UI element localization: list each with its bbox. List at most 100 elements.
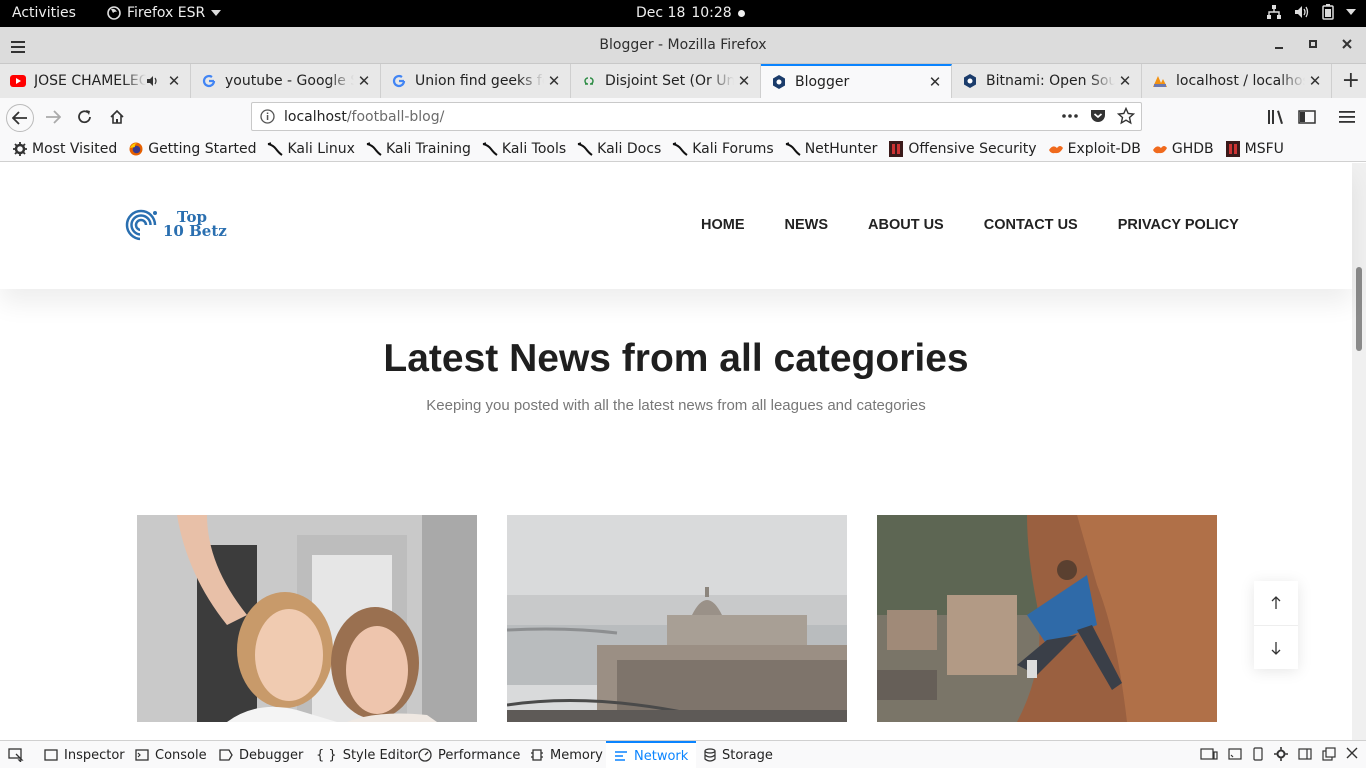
news-card-image-climber[interactable] [877,515,1217,722]
menu-icon[interactable] [1336,106,1358,128]
navigation-toolbar: localhost/football-blog/ [0,98,1366,136]
network-icon [1267,5,1281,19]
bookmark-label: NetHunter [804,140,878,157]
dock-side-icon[interactable] [1298,747,1312,765]
activities-button[interactable]: Activities [12,5,76,21]
app-menu[interactable]: Firefox ESR [107,5,222,21]
url-text[interactable]: localhost/football-blog/ [284,109,444,125]
window-title: Blogger - Mozilla Firefox [599,37,767,53]
library-icon[interactable] [1265,106,1287,128]
braces-icon: { } [316,747,337,763]
system-tray[interactable] [1266,4,1356,20]
news-card-image-selfie[interactable] [137,515,477,722]
bookmark-kali-training[interactable]: Kali Training [366,141,471,157]
forward-button[interactable] [42,106,64,128]
bookmark-star-icon[interactable] [1116,106,1136,129]
devtools-tab-label: Inspector [64,747,125,763]
tab-localhost-phpmyadmin[interactable]: localhost / localhost ✕ [1142,64,1332,98]
bookmark-label: Kali Forums [692,140,774,157]
url-bar[interactable]: localhost/football-blog/ [251,102,1142,131]
sidebar-icon[interactable] [1296,106,1318,128]
scroll-up-button[interactable] [1254,581,1298,625]
kali-dragon-icon [366,141,382,157]
info-icon[interactable] [260,109,275,128]
phpmyadmin-icon [1152,73,1168,89]
close-button[interactable] [1340,37,1354,51]
tab-close-icon[interactable]: ✕ [734,72,754,90]
news-card-image-city[interactable] [507,515,847,722]
section-hero: Latest News from all categories Keeping … [0,289,1352,414]
scrollbar-thumb[interactable] [1356,267,1362,351]
clock[interactable]: Dec 18 10:28 [636,5,745,21]
separate-window-icon[interactable] [1322,747,1336,765]
devtools-tab-debugger[interactable]: Debugger [219,741,303,769]
minimize-button[interactable] [1272,37,1286,51]
bookmark-kali-linux[interactable]: Kali Linux [267,141,355,157]
devtools-tab-console[interactable]: Console [135,741,207,769]
bookmark-offensive-security[interactable]: Offensive Security [888,140,1037,157]
devtools-tab-style-editor[interactable]: { } Style Editor [316,741,418,769]
speaker-icon[interactable] [146,75,160,87]
url-path: /football-blog/ [346,109,445,125]
tab-union-find[interactable]: Union find geeks for ✕ [381,64,571,98]
scroll-buttons [1254,581,1298,669]
bookmark-nethunter[interactable]: NetHunter [785,140,878,157]
bookmark-label: Most Visited [32,140,118,157]
bookmark-label: Offensive Security [908,140,1037,157]
bookmark-exploit-db[interactable]: Exploit-DB [1048,141,1141,157]
devtools-tab-label: Debugger [239,747,304,763]
home-button[interactable] [106,106,128,128]
responsive-mode-icon[interactable] [1200,747,1218,765]
page-actions-icon[interactable] [1061,107,1079,129]
tab-label: youtube - Google Se [225,73,354,89]
kali-dragon-icon [672,141,688,157]
tab-close-icon[interactable]: ✕ [1115,72,1135,90]
bookmark-getting-started[interactable]: Getting Started [128,141,256,157]
tab-youtube-google[interactable]: youtube - Google Se ✕ [191,64,381,98]
tab-jose-chameleon[interactable]: JOSE CHAMELEO ✕ [0,64,191,98]
page-scrollbar[interactable] [1352,163,1366,740]
arrow-down-icon [1271,641,1281,655]
nav-home[interactable]: HOME [701,217,745,233]
reload-button[interactable] [74,106,96,128]
tab-bitnami[interactable]: Bitnami: Open Sour ✕ [952,64,1142,98]
bookmark-label: Kali Tools [501,140,567,157]
new-tab-button[interactable]: + [1342,68,1360,93]
tab-disjoint-set[interactable]: Disjoint Set (Or Unio ✕ [571,64,761,98]
devtools-tab-storage[interactable]: Storage [704,741,773,769]
nav-privacy-policy[interactable]: PRIVACY POLICY [1118,217,1239,233]
bookmark-kali-forums[interactable]: Kali Forums [672,140,774,157]
tab-blogger[interactable]: Blogger ✕ [761,64,952,98]
element-picker-icon[interactable] [8,741,24,769]
tab-close-icon[interactable]: ✕ [164,72,184,90]
tab-close-icon[interactable]: ✕ [1305,72,1325,90]
bookmark-most-visited[interactable]: Most Visited [12,141,117,157]
split-console-icon[interactable] [1228,747,1242,765]
nav-contact-us[interactable]: CONTACT US [984,217,1078,233]
screenshot-icon[interactable] [1252,747,1264,765]
logo-icon [125,209,159,241]
scroll-down-button[interactable] [1254,625,1298,669]
site-logo[interactable]: Top 10 Betz [125,207,227,241]
bookmark-msfu[interactable]: MSFU [1225,140,1284,157]
back-button[interactable] [6,104,34,132]
devtools-settings-icon[interactable] [1274,747,1288,765]
devtools-tab-network[interactable]: Network [606,741,697,769]
bookmark-kali-tools[interactable]: Kali Tools [482,141,566,157]
tab-close-icon[interactable]: ✕ [925,73,945,91]
tab-label: Union find geeks for [415,73,544,89]
tab-close-icon[interactable]: ✕ [354,72,374,90]
nav-news[interactable]: NEWS [785,217,829,233]
devtools-tab-memory[interactable]: Memory [530,741,603,769]
devtools-tab-inspector[interactable]: Inspector [44,741,125,769]
pocket-icon[interactable] [1089,107,1107,129]
tab-label: localhost / localhost [1176,73,1305,89]
bookmarks-toolbar: Most Visited Getting Started Kali Linux … [0,136,1366,162]
maximize-button[interactable] [1306,37,1320,51]
nav-about-us[interactable]: ABOUT US [868,217,944,233]
devtools-tab-performance[interactable]: Performance [418,741,520,769]
bookmark-kali-docs[interactable]: Kali Docs [577,141,661,157]
bookmark-ghdb[interactable]: GHDB [1152,141,1214,157]
tab-close-icon[interactable]: ✕ [544,72,564,90]
close-devtools-icon[interactable] [1346,747,1358,765]
